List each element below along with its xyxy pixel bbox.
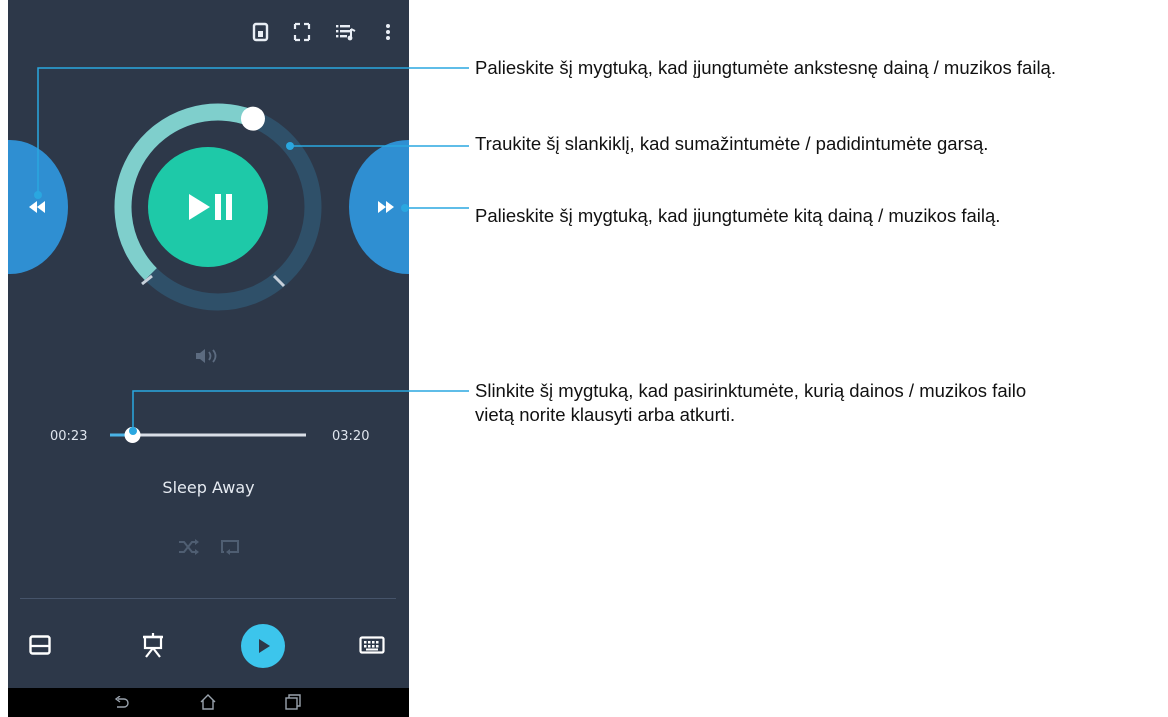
annotation-volume: Traukite šį slankiklį, kad sumažintumėte… (475, 133, 989, 154)
callout-lines (34, 67, 469, 435)
callout-line-seek (132, 390, 469, 430)
callout-line-previous (37, 67, 469, 194)
callout-dot-seek (129, 427, 137, 435)
annotation-seek-line1: Slinkite šį mygtuką, kad pasirinktumėte,… (475, 380, 1027, 401)
annotation-next: Palieskite šį mygtuką, kad įjungtumėte k… (475, 205, 1001, 226)
callout-dot-volume (286, 142, 294, 150)
annotation-seek-line2: vietą norite klausyti arba atkurti. (475, 404, 736, 425)
callout-dot-next (401, 204, 409, 212)
callout-dot-previous (34, 191, 42, 199)
annotation-previous: Palieskite šį mygtuką, kad įjungtumėte a… (475, 57, 1056, 78)
